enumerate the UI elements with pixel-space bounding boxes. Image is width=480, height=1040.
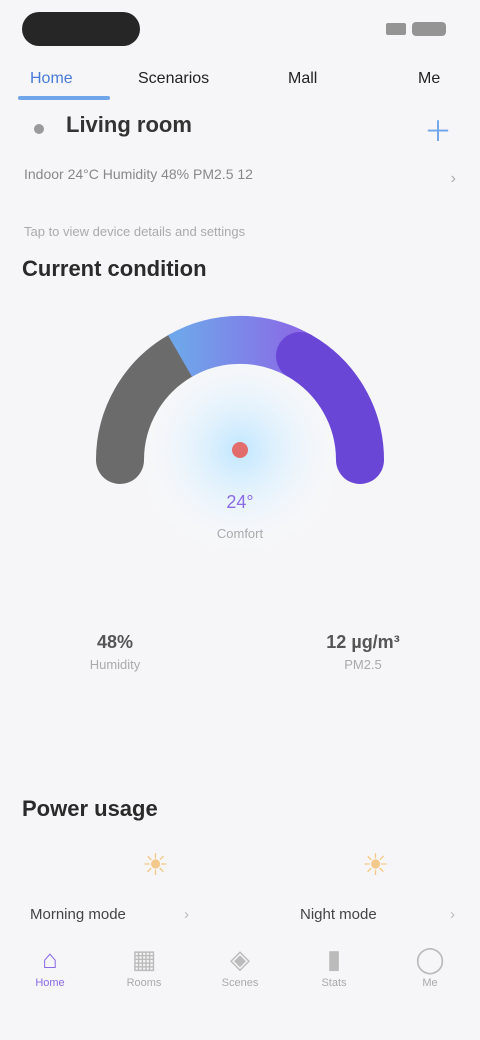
nav-scenes[interactable]: ◈ Scenes (210, 944, 270, 989)
comfort-gauge[interactable]: 24° Comfort (60, 290, 420, 580)
stat-humidity: 48% Humidity (40, 632, 190, 672)
stat-value: 48% (96, 632, 134, 652)
time-pill (22, 12, 140, 46)
nav-label: Home (35, 977, 65, 989)
gauge-needle-dot (232, 442, 248, 458)
stat-label: Humidity (89, 657, 141, 672)
nav-label: Scenes (221, 977, 259, 989)
signal-icon (386, 23, 406, 35)
card-night[interactable]: Night mode (300, 906, 377, 923)
nav-stats[interactable]: ▮ Stats (304, 944, 364, 989)
nav-label: Stats (321, 977, 347, 989)
chart-icon: ▮ (326, 944, 342, 974)
tab-mall[interactable]: Mall (288, 64, 317, 94)
device-status-dot (34, 124, 44, 134)
nav-home[interactable]: ⌂ Home (20, 944, 80, 989)
chevron-right-icon: › (450, 906, 455, 923)
stat-label: PM2.5 (344, 657, 382, 672)
bottom-nav: ⌂ Home ▦ Rooms ◈ Scenes ▮ Stats ◯ Me (0, 930, 480, 1040)
section-title-climate: Current condition (22, 256, 207, 281)
nav-me[interactable]: ◯ Me (400, 944, 460, 989)
device-name: Living room (66, 112, 192, 137)
section-title-energy: Power usage (22, 796, 158, 821)
nav-rooms[interactable]: ▦ Rooms (114, 944, 174, 989)
home-icon: ⌂ (42, 944, 58, 974)
card-morning[interactable]: Morning mode (30, 906, 126, 923)
environment-summary: Indoor 24°C Humidity 48% PM2.5 12 (24, 166, 253, 182)
tab-scenarios[interactable]: Scenarios (138, 64, 209, 94)
chevron-right-icon: › (184, 906, 189, 923)
nav-label: Rooms (126, 977, 162, 989)
device-row[interactable]: Living room ＋ (20, 112, 460, 147)
gauge-value: 24° (226, 492, 253, 512)
stat-pm25: 12 µg/m³ PM2.5 (288, 632, 438, 672)
status-bar (0, 0, 480, 60)
top-tabs: Home Scenarios Mall Me (18, 64, 468, 100)
gauge-label: Comfort (217, 526, 264, 541)
sun-icon: ☀ (362, 849, 389, 882)
scene-icon: ◈ (230, 944, 250, 974)
tab-home[interactable]: Home (30, 64, 73, 94)
tab-me[interactable]: Me (418, 64, 440, 94)
plus-icon[interactable]: ＋ (424, 110, 452, 150)
stat-value: 12 µg/m³ (326, 632, 400, 652)
tab-indicator (18, 96, 110, 100)
sun-icon: ☀ (142, 849, 169, 882)
grid-icon: ▦ (131, 944, 157, 974)
system-icons (386, 22, 446, 36)
chevron-right-icon[interactable]: › (451, 170, 456, 188)
nav-label: Me (422, 977, 438, 989)
battery-icon (412, 22, 446, 36)
user-icon: ◯ (415, 944, 445, 974)
hint-text: Tap to view device details and settings (24, 224, 246, 239)
